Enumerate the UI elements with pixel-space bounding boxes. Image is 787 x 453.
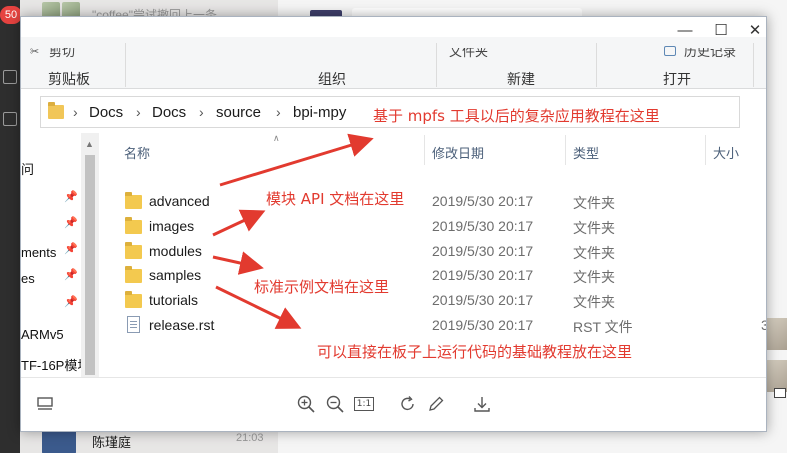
document-icon	[127, 316, 140, 333]
file-type: 文件夹	[573, 294, 615, 310]
folder-icon	[125, 242, 142, 259]
scroll-thumb[interactable]	[85, 155, 95, 375]
chat-image-thumb[interactable]	[766, 318, 787, 350]
app-side-rail: 50	[0, 0, 22, 453]
file-date: 2019/5/30 20:17	[432, 193, 534, 209]
nav-item[interactable]: ments	[21, 245, 56, 260]
breadcrumb-item[interactable]: Docs	[152, 104, 186, 121]
file-row[interactable]: samples 2019/5/30 20:17 文件夹	[107, 265, 766, 290]
actual-size-icon[interactable]: 1:1	[352, 392, 376, 416]
folder-icon	[48, 102, 64, 119]
folder-icon	[125, 266, 142, 283]
file-date: 2019/5/30 20:17	[432, 267, 534, 283]
folder-icon	[125, 291, 142, 308]
column-divider[interactable]	[705, 135, 706, 165]
explorer-window: — ☐ ✕ ✂ 剪切 文件夹 历史记录 剪贴板 组织 新建 打开 › Docs …	[20, 16, 767, 432]
ribbon-divider	[125, 43, 126, 87]
menu-icon[interactable]	[3, 70, 17, 84]
file-name: release.rst	[149, 317, 215, 333]
pin-icon[interactable]: 📌	[64, 268, 78, 281]
download-icon[interactable]	[470, 392, 494, 416]
ribbon-divider	[596, 43, 597, 87]
scroll-up-icon[interactable]: ▲	[85, 139, 94, 149]
rotate-icon[interactable]	[396, 392, 420, 416]
sort-ascending-icon: ∧	[273, 133, 280, 143]
chat-name: 陈瑾庭	[92, 435, 132, 450]
pin-icon[interactable]: 📌	[64, 216, 78, 229]
file-name: advanced	[149, 193, 210, 209]
file-row[interactable]: release.rst 2019/5/30 20:17 RST 文件 3	[107, 315, 766, 340]
file-type: 文件夹	[573, 269, 615, 285]
nav-item[interactable]: TF-16P模块	[21, 355, 90, 374]
file-type: 文件夹	[573, 245, 615, 261]
file-row[interactable]: advanced 2019/5/30 20:17 文件夹	[107, 191, 766, 216]
avatar	[42, 430, 76, 453]
pin-icon[interactable]: 📌	[64, 295, 78, 308]
open-group-label: 打开	[663, 71, 691, 87]
history-button[interactable]: 历史记录	[684, 48, 736, 60]
ribbon: ✂ 剪切 文件夹 历史记录 剪贴板 组织 新建 打开	[21, 37, 766, 89]
zoom-out-icon[interactable]	[323, 392, 347, 416]
viewer-toolbar: 1:1	[21, 377, 766, 431]
pin-icon[interactable]: 📌	[64, 190, 78, 203]
annotation-tutorials: 可以直接在板子上运行代码的基础教程放在这里	[317, 343, 633, 361]
file-date: 2019/5/30 20:17	[432, 218, 534, 234]
file-row[interactable]: tutorials 2019/5/30 20:17 文件夹	[107, 290, 766, 315]
column-header-type[interactable]: 类型	[573, 143, 599, 162]
pin-icon[interactable]: 📌	[64, 242, 78, 255]
nav-item[interactable]: ARMv5	[21, 327, 64, 342]
zoom-in-icon[interactable]	[294, 392, 318, 416]
file-type: 文件夹	[573, 195, 615, 211]
layout-icon[interactable]	[33, 392, 57, 416]
file-type: RST 文件	[573, 319, 633, 335]
annotation-samples: 标准示例文档在这里	[254, 278, 390, 296]
unread-badge: 50	[0, 6, 22, 24]
new-group-label: 新建	[507, 71, 535, 87]
column-header-size[interactable]: 大小	[713, 143, 739, 162]
folder-icon	[125, 192, 142, 209]
clipboard-group-label: 剪贴板	[48, 71, 90, 87]
column-divider[interactable]	[424, 135, 425, 165]
ribbon-divider	[753, 43, 754, 87]
chevron-right-icon[interactable]: ›	[199, 104, 204, 120]
file-date: 2019/5/30 20:17	[432, 317, 534, 333]
cube-icon[interactable]	[3, 112, 17, 126]
column-header-date[interactable]: 修改日期	[432, 143, 484, 162]
column-divider[interactable]	[565, 135, 566, 165]
navigation-pane: 问 📌 📌 ments 📌 es 📌 📌 ARMv5 TF-16P模块 ▲	[21, 133, 101, 383]
actual-size-label: 1:1	[353, 397, 375, 411]
organize-group-label: 组织	[318, 71, 346, 87]
history-icon	[664, 46, 676, 56]
breadcrumb-item[interactable]: bpi-mpy	[293, 104, 346, 121]
file-row[interactable]: images 2019/5/30 20:17 文件夹	[107, 216, 766, 241]
chat-time: 21:03	[236, 432, 264, 444]
file-size: 3	[761, 317, 766, 333]
cut-button[interactable]: 剪切	[49, 48, 75, 60]
nav-item[interactable]: 问	[21, 159, 34, 178]
file-row[interactable]: modules 2019/5/30 20:17 文件夹	[107, 241, 766, 266]
file-name: modules	[149, 243, 202, 259]
folder-icon	[125, 217, 142, 234]
scissors-icon: ✂	[30, 46, 40, 58]
file-type: 文件夹	[573, 220, 615, 236]
file-name: samples	[149, 267, 202, 283]
column-header-name[interactable]: 名称	[124, 143, 150, 162]
nav-item[interactable]: es	[21, 271, 35, 286]
ribbon-divider	[436, 43, 437, 87]
file-date: 2019/5/30 20:17	[432, 292, 534, 308]
edit-icon[interactable]	[424, 392, 448, 416]
breadcrumb-item[interactable]: source	[216, 104, 261, 121]
file-date: 2019/5/30 20:17	[432, 243, 534, 259]
annotation-modules: 模块 API 文档在这里	[266, 190, 405, 208]
new-folder-button[interactable]: 文件夹	[449, 48, 488, 60]
chevron-right-icon[interactable]: ›	[136, 104, 141, 120]
chevron-right-icon[interactable]: ›	[276, 104, 281, 120]
annotation-advanced: 基于 mpfs 工具以后的复杂应用教程在这里	[373, 107, 660, 125]
file-name: images	[149, 218, 195, 234]
screenshot-icon[interactable]	[774, 388, 786, 398]
breadcrumb-item[interactable]: Docs	[89, 104, 123, 121]
chevron-right-icon[interactable]: ›	[73, 104, 78, 120]
file-name: tutorials	[149, 292, 199, 308]
nav-scrollbar[interactable]: ▲	[81, 133, 99, 383]
